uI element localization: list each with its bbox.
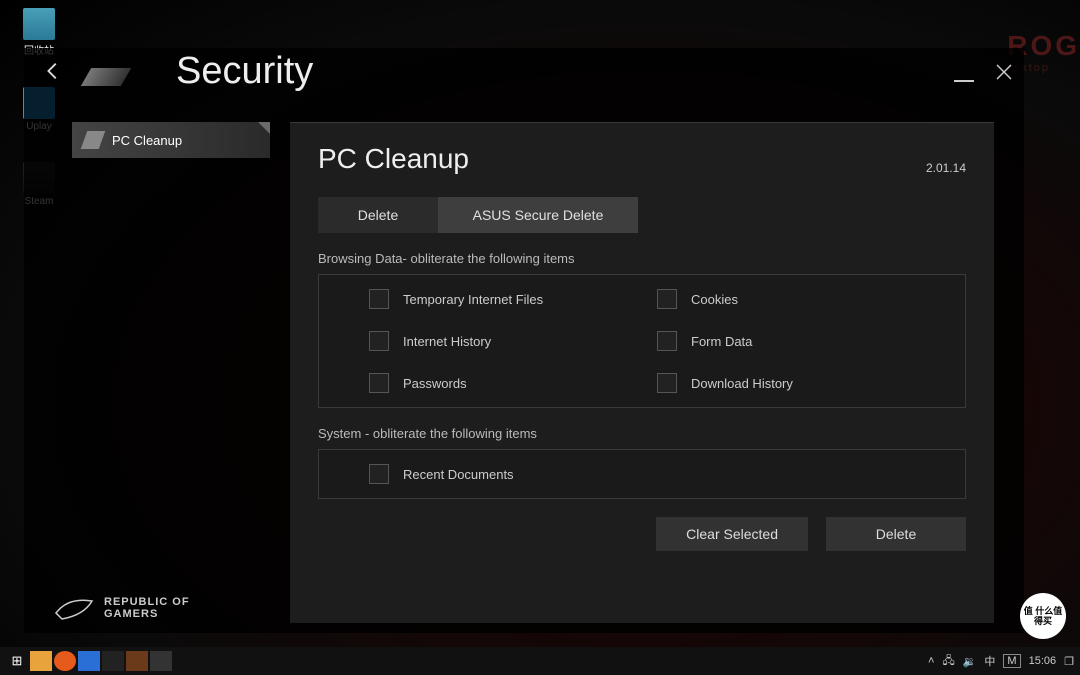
taskbar-firefox[interactable] [54, 651, 76, 671]
minimize-button[interactable] [954, 62, 974, 82]
start-button[interactable]: ⊞ [6, 651, 28, 671]
titlebar: Security [24, 48, 1024, 94]
tray-mode[interactable]: M [1003, 654, 1020, 668]
watermark-badge: 值 什么值得买 [1020, 593, 1066, 639]
checkbox[interactable] [369, 289, 389, 309]
page-title: Security [176, 50, 313, 93]
opt-temp-internet-files[interactable]: Temporary Internet Files [369, 289, 627, 309]
taskbar-app1[interactable] [126, 651, 148, 671]
checkbox[interactable] [657, 373, 677, 393]
group-browsing-data: Browsing Data- obliterate the following … [318, 251, 966, 408]
checkbox[interactable] [369, 331, 389, 351]
group-label: System - obliterate the following items [318, 426, 966, 441]
panel-title: PC Cleanup [318, 143, 469, 175]
group-label: Browsing Data- obliterate the following … [318, 251, 966, 266]
tray-volume-icon[interactable]: 🔉 [963, 655, 977, 668]
taskbar-steam[interactable] [102, 651, 124, 671]
close-button[interactable] [994, 62, 1014, 82]
sidebar-item-label: PC Cleanup [112, 133, 182, 148]
tray-time[interactable]: 15:06 [1029, 655, 1057, 667]
tray-chevron-icon[interactable]: ˄ [928, 655, 934, 667]
sidebar-item-pc-cleanup[interactable]: PC Cleanup [72, 122, 270, 158]
tray-network-icon[interactable]: 🖧 [942, 652, 954, 671]
taskbar-mail[interactable] [78, 651, 100, 671]
tab-delete[interactable]: Delete [318, 197, 438, 233]
rog-eye-icon [54, 593, 94, 623]
checkbox[interactable] [657, 289, 677, 309]
group-system: System - obliterate the following items … [318, 426, 966, 499]
sidebar: PC Cleanup [72, 122, 270, 623]
opt-internet-history[interactable]: Internet History [369, 331, 627, 351]
opt-cookies[interactable]: Cookies [657, 289, 915, 309]
tab-asus-secure-delete[interactable]: ASUS Secure Delete [438, 197, 638, 233]
tray-action-center-icon[interactable]: ❐ [1064, 655, 1074, 668]
opt-passwords[interactable]: Passwords [369, 373, 627, 393]
back-button[interactable] [40, 58, 66, 84]
taskbar-explorer[interactable] [30, 651, 52, 671]
opt-form-data[interactable]: Form Data [657, 331, 915, 351]
delete-button[interactable]: Delete [826, 517, 966, 551]
title-accent-icon [81, 68, 131, 86]
taskbar: ⊞ ˄ 🖧 🔉 中 M 15:06 ❐ [0, 647, 1080, 675]
tray-ime[interactable]: 中 [984, 653, 995, 669]
opt-recent-documents[interactable]: Recent Documents [369, 464, 915, 484]
tabs: Delete ASUS Secure Delete [318, 197, 966, 233]
main-panel: PC Cleanup 2.01.14 Delete ASUS Secure De… [290, 122, 994, 623]
version-label: 2.01.14 [926, 161, 966, 175]
footer-brand: REPUBLIC OFGAMERS [54, 593, 190, 623]
clear-selected-button[interactable]: Clear Selected [656, 517, 808, 551]
taskbar-app2[interactable] [150, 651, 172, 671]
checkbox[interactable] [657, 331, 677, 351]
security-window: Security PC Cleanup PC Cleanup 2.01.14 D… [24, 48, 1024, 633]
checkbox[interactable] [369, 373, 389, 393]
checkbox[interactable] [369, 464, 389, 484]
opt-download-history[interactable]: Download History [657, 373, 915, 393]
recycle-bin-icon [23, 8, 55, 40]
broom-icon [81, 131, 106, 149]
